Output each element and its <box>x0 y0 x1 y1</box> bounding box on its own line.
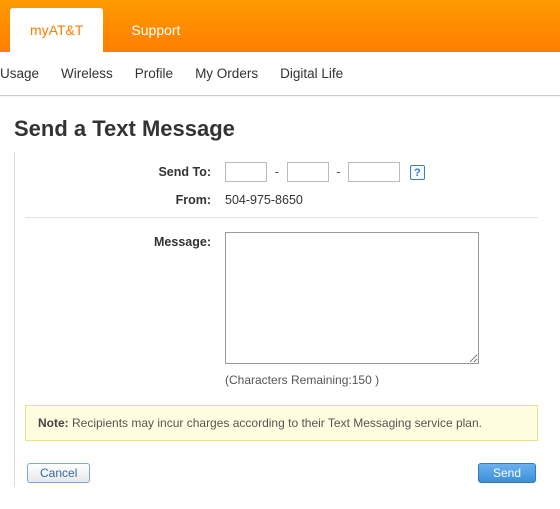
sub-nav: Usage Wireless Profile My Orders Digital… <box>0 52 560 96</box>
from-label: From: <box>25 190 225 207</box>
form-panel: Send To: - - ? From: 504-975-8650 Messag… <box>14 152 546 487</box>
phone-sep-1: - <box>275 164 279 179</box>
phone-sep-2: - <box>336 164 340 179</box>
sendto-field: - - ? <box>225 162 538 182</box>
content: Send a Text Message Send To: - - ? From:… <box>0 96 560 497</box>
top-nav: myAT&T Support <box>0 0 560 52</box>
subnav-usage[interactable]: Usage <box>0 66 39 81</box>
sendto-label: Send To: <box>25 162 225 179</box>
help-icon[interactable]: ? <box>410 165 425 180</box>
chars-remaining: (Characters Remaining:150 ) <box>225 373 538 387</box>
chars-count: 150 <box>352 373 372 387</box>
sendto-prefix[interactable] <box>287 162 329 182</box>
message-label: Message: <box>25 232 225 249</box>
page-title: Send a Text Message <box>14 116 546 142</box>
subnav-profile[interactable]: Profile <box>135 66 173 81</box>
row-message: Message: (Characters Remaining:150 ) <box>25 232 538 387</box>
tab-support[interactable]: Support <box>111 8 200 52</box>
row-from: From: 504-975-8650 <box>25 190 538 207</box>
send-button[interactable]: Send <box>478 463 536 483</box>
note-label: Note: <box>38 416 69 430</box>
chars-prefix: (Characters Remaining: <box>225 373 352 387</box>
subnav-myorders[interactable]: My Orders <box>195 66 258 81</box>
note-box: Note: Recipients may incur charges accor… <box>25 405 538 441</box>
sendto-area[interactable] <box>225 162 267 182</box>
note-text: Recipients may incur charges according t… <box>69 416 482 430</box>
sendto-line[interactable] <box>348 162 400 182</box>
chars-suffix: ) <box>372 373 379 387</box>
subnav-wireless[interactable]: Wireless <box>61 66 113 81</box>
subnav-digitallife[interactable]: Digital Life <box>280 66 343 81</box>
cancel-button[interactable]: Cancel <box>27 463 90 483</box>
from-value: 504-975-8650 <box>225 190 303 207</box>
divider <box>25 217 538 218</box>
message-textarea[interactable] <box>225 232 479 364</box>
row-sendto: Send To: - - ? <box>25 162 538 182</box>
tab-myatt[interactable]: myAT&T <box>10 8 103 52</box>
actions: Cancel Send <box>25 463 538 483</box>
